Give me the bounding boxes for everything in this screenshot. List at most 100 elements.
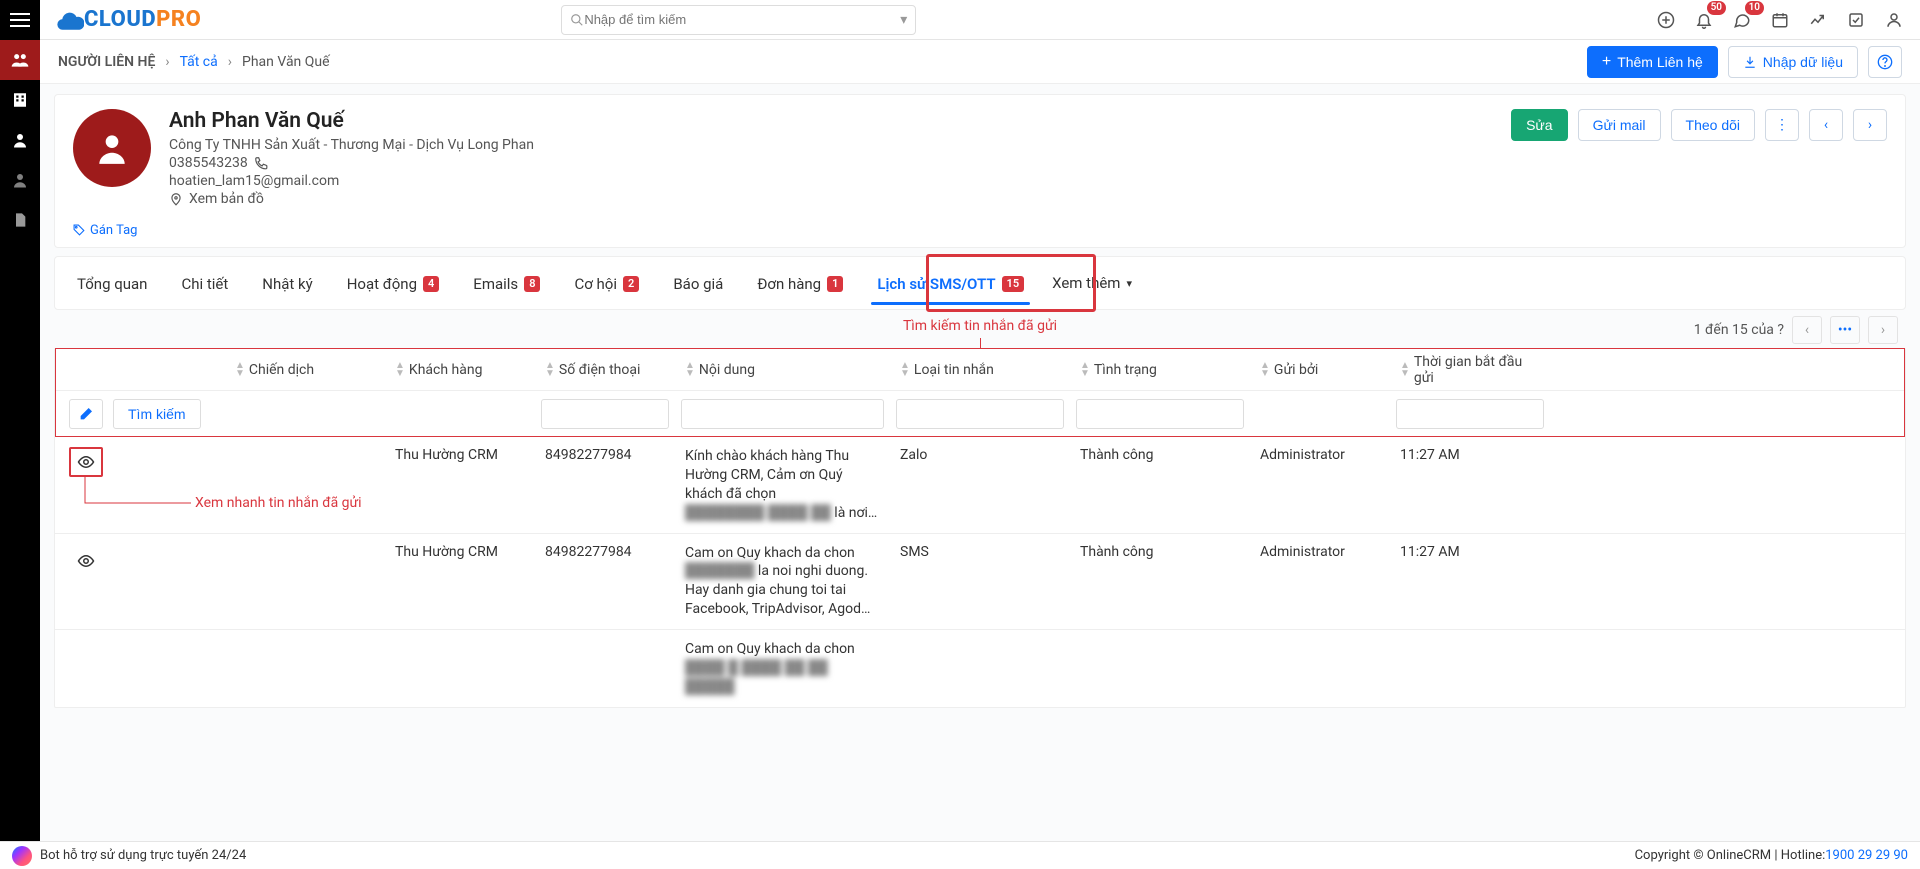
import-button[interactable]: Nhập dữ liệu xyxy=(1728,46,1858,78)
tab-opportunity[interactable]: Cơ hội2 xyxy=(558,261,655,305)
cell-sender: Administrator xyxy=(1250,544,1390,560)
filter-content-input[interactable] xyxy=(681,399,884,429)
help-button[interactable] xyxy=(1868,46,1902,78)
add-icon[interactable] xyxy=(1656,10,1676,30)
eye-icon xyxy=(77,453,95,471)
cell-type: SMS xyxy=(890,544,1070,560)
search-button[interactable]: Tìm kiếm xyxy=(113,399,201,429)
cell-status: Thành công xyxy=(1070,544,1250,560)
filter-phone-input[interactable] xyxy=(541,399,669,429)
rail-building-icon[interactable] xyxy=(0,80,40,120)
user-icon[interactable] xyxy=(1884,10,1904,30)
tab-more[interactable]: Xem thêm▾ xyxy=(1042,260,1142,306)
rail-contacts-icon[interactable] xyxy=(0,40,40,80)
breadcrumb: NGƯỜI LIÊN HỆ › Tất cả › Phan Văn Quế xyxy=(58,54,330,70)
top-icons: 50 10 xyxy=(1656,10,1912,30)
cell-phone: 84982277984 xyxy=(535,544,675,560)
filter-type-input[interactable] xyxy=(896,399,1064,429)
import-label: Nhập dữ liệu xyxy=(1763,54,1843,70)
cell-time: 11:27 AM xyxy=(1390,447,1550,463)
chart-icon[interactable] xyxy=(1808,10,1828,30)
logo[interactable]: CLOUDPRO xyxy=(54,0,201,40)
search-icon xyxy=(570,13,584,27)
cell-content: Cam on Quy khach da chon ████ █ ████ ██ … xyxy=(675,640,890,697)
follow-button[interactable]: Theo dõi xyxy=(1671,109,1755,141)
view-row-button[interactable] xyxy=(69,546,103,576)
clear-filter-button[interactable] xyxy=(69,399,103,429)
th-status[interactable]: ▲▼Tình trạng xyxy=(1070,362,1250,378)
chat-icon[interactable]: 10 xyxy=(1732,10,1752,30)
tab-overview[interactable]: Tổng quan xyxy=(61,261,163,305)
tab-sms-history[interactable]: Lịch sử SMS/OTT15 xyxy=(861,261,1040,305)
messenger-icon[interactable] xyxy=(12,846,32,866)
th-content[interactable]: ▲▼Nội dung xyxy=(675,362,890,378)
global-search[interactable]: ▾ xyxy=(561,5,916,35)
left-rail xyxy=(0,0,40,869)
tab-quote[interactable]: Báo giá xyxy=(657,261,739,305)
tabs: Tổng quan Chi tiết Nhật ký Hoạt động4 Em… xyxy=(54,256,1906,310)
tag-icon xyxy=(73,224,86,237)
calendar-icon[interactable] xyxy=(1770,10,1790,30)
cell-customer: Thu Hường CRM xyxy=(385,447,535,463)
hotline-link[interactable]: 1900 29 29 90 xyxy=(1825,848,1908,863)
map-link[interactable]: Xem bản đồ xyxy=(189,191,264,207)
annotation-row-line xyxy=(71,475,191,515)
eye-icon xyxy=(77,552,95,570)
add-contact-label: Thêm Liên hệ xyxy=(1617,54,1703,70)
table-row: Thu Hường CRM 84982277984 Cam on Quy kha… xyxy=(55,534,1905,631)
prev-record-button[interactable]: ‹ xyxy=(1809,109,1843,141)
filter-time-input[interactable] xyxy=(1396,399,1544,429)
tab-order[interactable]: Đơn hàng1 xyxy=(741,261,859,305)
topbar: CLOUDPRO ▾ 50 10 xyxy=(40,0,1920,40)
th-sender[interactable]: ▲▼Gửi bởi xyxy=(1250,362,1390,378)
filter-row: Tìm kiếm xyxy=(55,391,1905,437)
hotline-label: Hotline: xyxy=(1781,848,1825,863)
th-campaign[interactable]: ▲▼Chiến dịch xyxy=(225,362,385,378)
table-row: Cam on Quy khach da chon ████ █ ████ ██ … xyxy=(55,630,1905,707)
chevron-down-icon[interactable]: ▾ xyxy=(900,12,907,28)
rail-person-icon[interactable] xyxy=(0,120,40,160)
th-time[interactable]: ▲▼Thời gian bắt đầu gửi xyxy=(1390,354,1550,386)
edit-button[interactable]: Sửa xyxy=(1511,109,1568,141)
tab-emails[interactable]: Emails8 xyxy=(457,261,556,305)
th-customer[interactable]: ▲▼Khách hàng xyxy=(385,362,535,378)
contact-email: hoatien_lam15@gmail.com xyxy=(169,173,534,189)
rail-doc-icon[interactable] xyxy=(0,200,40,240)
tag-link[interactable]: Gán Tag xyxy=(73,223,138,238)
th-type[interactable]: ▲▼Loại tin nhắn xyxy=(890,362,1070,378)
cell-content: Kính chào khách hàng Thu Hường CRM, Cảm … xyxy=(675,447,890,523)
annotation-search-hint: Tìm kiếm tin nhắn đã gửi xyxy=(40,318,1920,334)
task-icon[interactable] xyxy=(1846,10,1866,30)
copyright: Copyright © OnlineCRM xyxy=(1635,848,1772,863)
contact-card: Anh Phan Văn Quế Công Ty TNHH Sản Xuất -… xyxy=(54,94,1906,248)
view-row-button[interactable] xyxy=(69,447,103,477)
search-input[interactable] xyxy=(584,12,900,27)
hamburger-icon[interactable] xyxy=(0,0,40,40)
bell-icon[interactable]: 50 xyxy=(1694,10,1714,30)
breadcrumb-root[interactable]: NGƯỜI LIÊN HỆ xyxy=(58,54,155,70)
subbar: NGƯỜI LIÊN HỆ › Tất cả › Phan Văn Quế + … xyxy=(40,40,1920,84)
annotation-row-hint: Xem nhanh tin nhắn đã gửi xyxy=(195,495,362,511)
breadcrumb-current: Phan Văn Quế xyxy=(242,54,330,70)
breadcrumb-all[interactable]: Tất cả xyxy=(180,54,218,70)
cell-sender: Administrator xyxy=(1250,447,1390,463)
add-contact-button[interactable]: + Thêm Liên hệ xyxy=(1587,46,1718,78)
th-phone[interactable]: ▲▼Số điện thoại xyxy=(535,362,675,378)
contact-phone: 0385543238 xyxy=(169,155,248,171)
cell-content: Cam on Quy khach da chon ███████ la noi … xyxy=(675,544,890,620)
tab-diary[interactable]: Nhật ký xyxy=(246,261,328,305)
phone-icon[interactable] xyxy=(254,156,268,170)
bot-label: Bot hỗ trợ sử dụng trực tuyến 24/24 xyxy=(40,848,246,863)
cell-time: 11:27 AM xyxy=(1390,544,1550,560)
cloud-icon xyxy=(54,7,84,33)
sendmail-button[interactable]: Gửi mail xyxy=(1578,109,1661,141)
more-vert-button[interactable]: ⋮ xyxy=(1765,109,1799,141)
rail-person2-icon[interactable] xyxy=(0,160,40,200)
filter-status-input[interactable] xyxy=(1076,399,1244,429)
cell-type: Zalo xyxy=(890,447,1070,463)
table-row: Thu Hường CRM 84982277984 Kính chào khác… xyxy=(55,437,1905,534)
next-record-button[interactable]: › xyxy=(1853,109,1887,141)
cell-customer: Thu Hường CRM xyxy=(385,544,535,560)
tab-activity[interactable]: Hoạt động4 xyxy=(331,261,456,305)
tab-detail[interactable]: Chi tiết xyxy=(165,261,244,305)
